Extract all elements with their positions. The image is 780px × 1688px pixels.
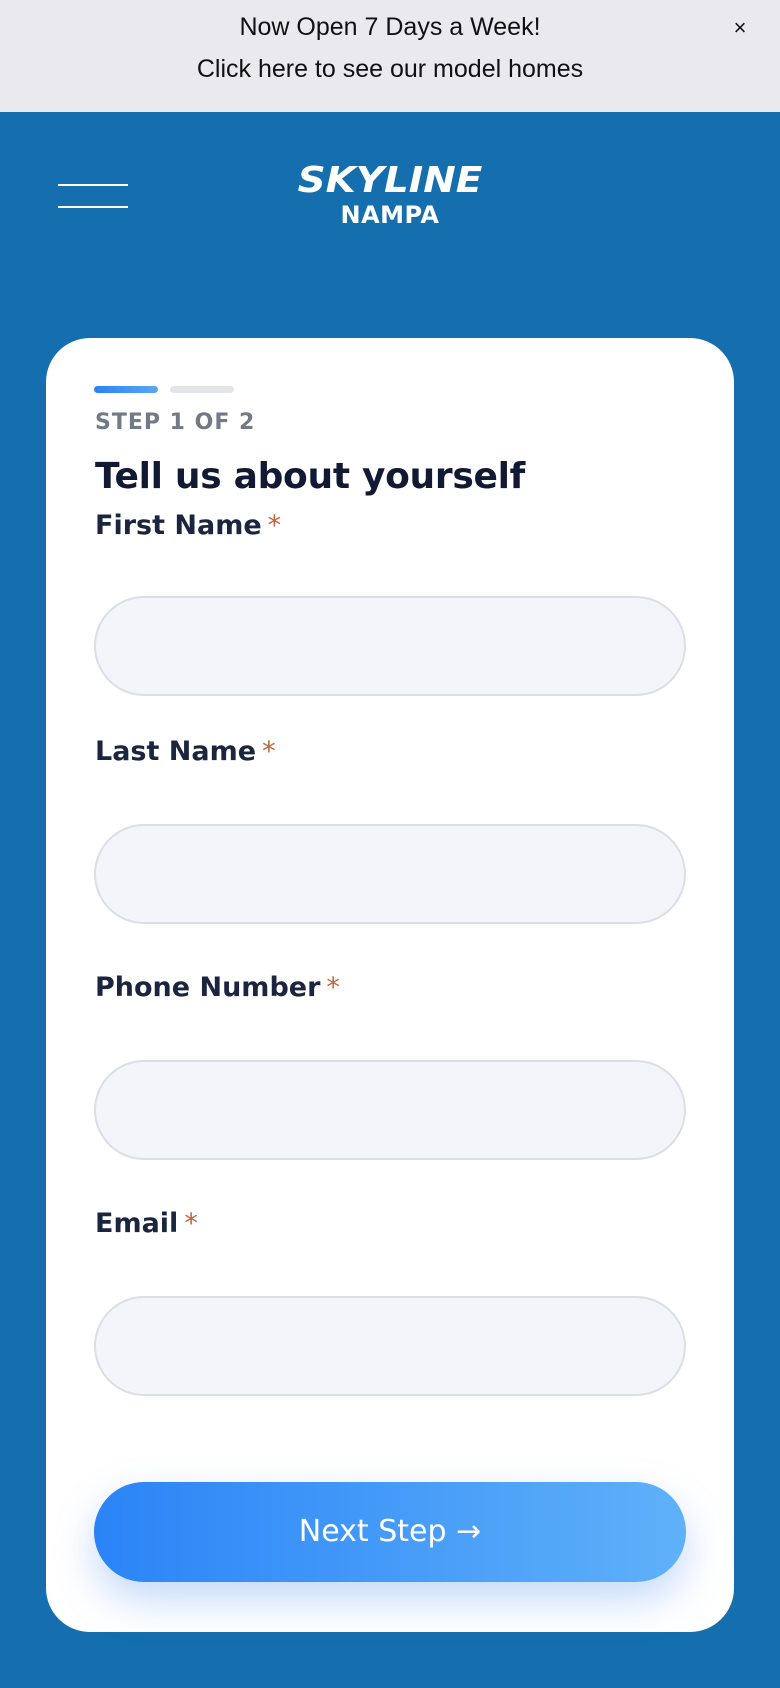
announcement-link[interactable]: Click here to see our model homes (0, 53, 780, 85)
required-asterisk: * (262, 736, 276, 767)
form-heading: Tell us about yourself (95, 456, 525, 497)
email-input[interactable] (94, 1296, 686, 1396)
phone-number-input[interactable] (94, 1060, 686, 1160)
step-progress (94, 386, 244, 393)
next-step-button[interactable]: Next Step → (94, 1482, 686, 1582)
first-name-input[interactable] (94, 596, 686, 696)
form-card: STEP 1 OF 2 Tell us about yourself First… (46, 338, 734, 1632)
first-name-label-text: First Name (95, 510, 262, 541)
last-name-label: Last Name * (95, 736, 276, 767)
last-name-input[interactable] (94, 824, 686, 924)
required-asterisk: * (184, 1208, 198, 1239)
last-name-label-text: Last Name (95, 736, 257, 767)
first-name-label: First Name * (95, 510, 281, 541)
logo-brand: SKYLINE (297, 160, 483, 201)
close-icon[interactable]: × (720, 8, 760, 48)
announcement-bar[interactable]: Now Open 7 Days a Week! Click here to se… (0, 0, 780, 112)
hamburger-icon[interactable] (58, 182, 128, 212)
logo[interactable]: SKYLINE NAMPA (290, 162, 490, 230)
email-label-text: Email (95, 1208, 179, 1239)
site-header: SKYLINE NAMPA (0, 112, 780, 252)
phone-number-label: Phone Number * (95, 972, 340, 1003)
progress-step-1-active (94, 386, 158, 393)
required-asterisk: * (326, 972, 340, 1003)
announcement-line-1[interactable]: Now Open 7 Days a Week! (0, 11, 780, 43)
progress-step-2-inactive (170, 386, 234, 393)
required-asterisk: * (267, 510, 282, 541)
logo-location: NAMPA (340, 201, 440, 229)
phone-number-label-text: Phone Number (95, 972, 321, 1003)
step-indicator: STEP 1 OF 2 (95, 410, 256, 435)
email-label: Email * (95, 1208, 198, 1239)
